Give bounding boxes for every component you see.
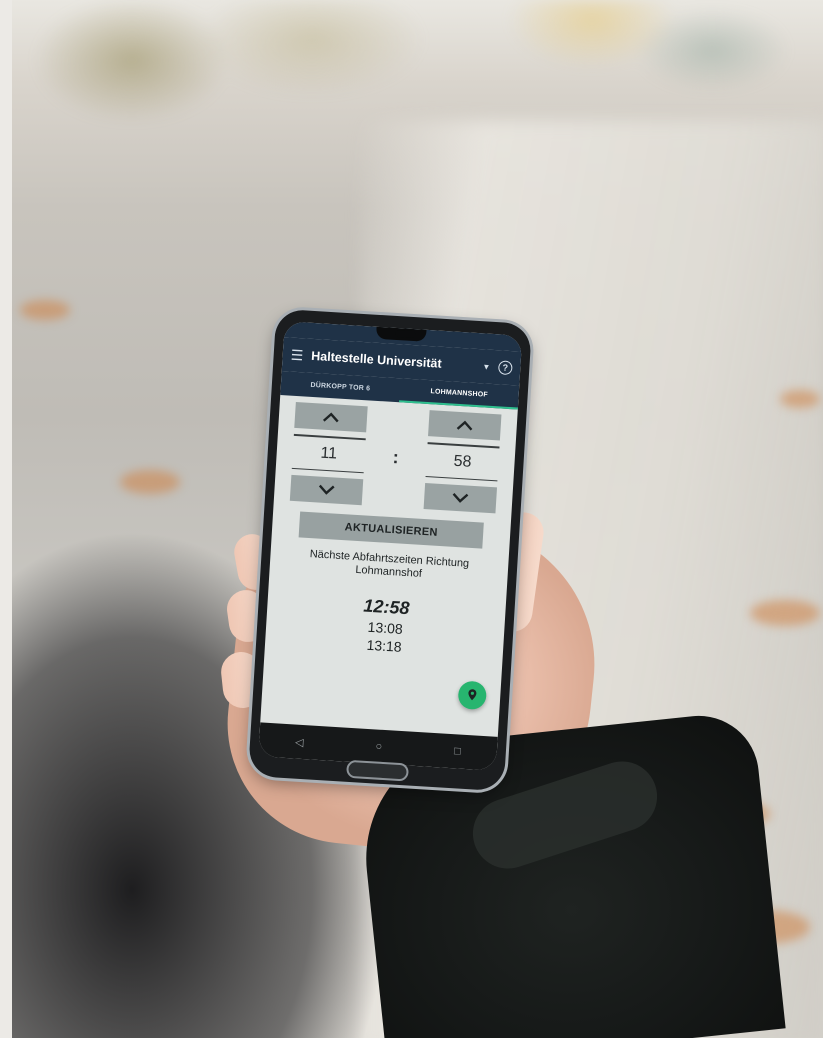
leaf bbox=[20, 300, 70, 320]
home-icon[interactable]: ○ bbox=[375, 740, 382, 752]
hour-picker: 11 bbox=[282, 401, 376, 506]
chevron-down-icon bbox=[318, 484, 335, 495]
leaf bbox=[780, 390, 820, 408]
minute-up-button[interactable] bbox=[428, 410, 502, 441]
back-icon[interactable]: ◁ bbox=[295, 735, 304, 748]
update-button[interactable]: AKTUALISIEREN bbox=[298, 511, 484, 549]
location-pin-icon bbox=[468, 689, 477, 701]
phone-screen: ☰ Haltestelle Universität ▼ ? DÜRKOPP TO… bbox=[258, 321, 523, 771]
picker-divider bbox=[427, 442, 500, 448]
chevron-down-icon bbox=[452, 492, 469, 503]
minute-down-button[interactable] bbox=[423, 483, 498, 514]
menu-icon[interactable]: ☰ bbox=[290, 346, 304, 364]
fingerprint-sensor bbox=[346, 759, 409, 782]
smartphone: ☰ Haltestelle Universität ▼ ? DÜRKOPP TO… bbox=[247, 308, 533, 792]
chevron-up-icon bbox=[322, 412, 339, 423]
photo-scene: ☰ Haltestelle Universität ▼ ? DÜRKOPP TO… bbox=[0, 0, 823, 1038]
picker-divider bbox=[425, 475, 498, 482]
picker-divider bbox=[291, 467, 364, 474]
chevron-up-icon bbox=[456, 420, 473, 431]
recents-icon[interactable]: □ bbox=[454, 745, 461, 757]
main-content: 11 : 58 AKTUALISIEREN Nächste Abfahrtsze… bbox=[265, 395, 518, 667]
hour-down-button[interactable] bbox=[289, 474, 364, 506]
hour-up-button[interactable] bbox=[294, 401, 368, 433]
time-separator: : bbox=[392, 447, 400, 468]
minute-picker: 58 bbox=[416, 410, 510, 514]
location-button[interactable] bbox=[457, 680, 488, 711]
next-departures-heading: Nächste Abfahrtszeiten Richtung Lohmanns… bbox=[309, 548, 470, 580]
page-title: Haltestelle Universität bbox=[310, 348, 443, 371]
help-icon[interactable]: ? bbox=[497, 360, 513, 376]
leaf bbox=[750, 600, 820, 626]
leaf bbox=[120, 470, 180, 494]
time-picker: 11 : 58 bbox=[282, 401, 510, 514]
hour-value[interactable]: 11 bbox=[320, 443, 338, 464]
front-camera bbox=[395, 329, 416, 339]
departure-list: 12:58 13:08 13:18 bbox=[273, 590, 498, 660]
minute-value[interactable]: 58 bbox=[453, 451, 472, 472]
picker-divider bbox=[293, 433, 366, 440]
caret-down-icon[interactable]: ▼ bbox=[482, 362, 490, 371]
